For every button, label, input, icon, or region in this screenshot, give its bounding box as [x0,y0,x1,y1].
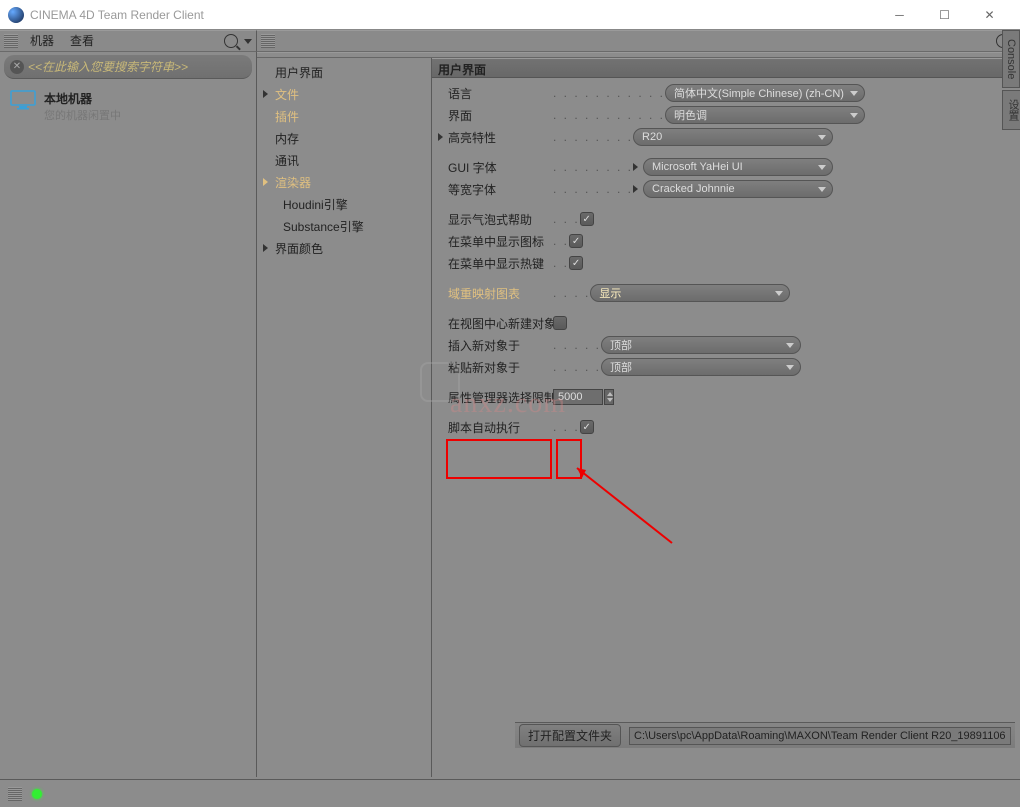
expand-icon[interactable] [633,182,643,196]
dropdown-iface[interactable]: 明色调 [665,106,865,124]
tree-node-ui[interactable]: 用户界面 [257,62,431,84]
checkbox-newcenter[interactable] [553,316,567,330]
open-config-button[interactable]: 打开配置文件夹 [519,724,621,747]
dropdown-pasteat[interactable]: 顶部 [601,358,801,376]
config-path[interactable]: C:\Users\pc\AppData\Roaming\MAXON\Team R… [629,727,1011,745]
dropdown-fieldmap[interactable]: 显示 [590,284,790,302]
chevron-down-icon[interactable] [244,39,252,44]
machine-status: 您的机器闲置中 [44,107,121,123]
search-field[interactable]: ✕ <<在此输入您要搜索字符串>> [4,55,252,79]
label-fieldmap: 域重映射图表 [448,285,553,302]
machine-item[interactable]: 本地机器 您的机器闲置中 [0,82,256,131]
tree-node-plugin[interactable]: 插件 [257,106,431,128]
settings-form: 用户界面 语言. . . . . . . . . . . 简体中文(Simple… [432,58,1020,777]
tree-node-file[interactable]: 文件 [257,84,431,106]
maximize-button[interactable]: ☐ [922,0,967,29]
dropdown-insertat[interactable]: 顶部 [601,336,801,354]
tree-node-uicolor[interactable]: 界面颜色 [257,238,431,260]
window-titlebar: CINEMA 4D Team Render Client ─ ☐ ✕ [0,0,1020,30]
expand-icon[interactable] [438,130,448,144]
checkbox-menuicon[interactable]: ✓ [569,234,583,248]
dropdown-highlight[interactable]: R20 [633,128,833,146]
label-attrlimit: 属性管理器选择限制 [448,389,553,406]
window-title: CINEMA 4D Team Render Client [30,8,877,22]
app-icon [8,7,24,23]
right-panel: 用户界面 文件 插件 内存 通讯 渲染器 Houdini引擎 Substance… [257,52,1020,777]
monitor-icon [10,90,36,113]
tree-node-substance[interactable]: Substance引擎 [271,216,431,238]
label-lang: 语言 [448,85,553,102]
status-bar [0,779,1020,807]
label-monofont: 等宽字体 [448,181,553,198]
minimize-button[interactable]: ─ [877,0,922,29]
sidetab-settings[interactable]: 设置 [1002,90,1020,130]
panel-header: 用户界面 [432,58,1020,78]
checkbox-bubble[interactable]: ✓ [580,212,594,226]
spinner-attrlimit[interactable]: 5000 [553,389,603,405]
sidetab-console[interactable]: Console [1002,30,1020,88]
grip-icon[interactable] [261,34,275,48]
category-tree: 用户界面 文件 插件 内存 通讯 渲染器 Houdini引擎 Substance… [257,58,432,777]
left-panel: ✕ <<在此输入您要搜索字符串>> 本地机器 您的机器闲置中 [0,52,257,777]
label-bubble: 显示气泡式帮助 [448,211,553,228]
highlight-box [446,439,552,479]
clear-icon[interactable]: ✕ [10,60,24,74]
tree-node-renderer[interactable]: 渲染器 [257,172,431,194]
label-highlight: 高亮特性 [448,129,553,146]
search-icon[interactable] [224,34,238,48]
label-menuicon: 在菜单中显示图标 [448,233,553,250]
status-indicator-icon [32,789,42,799]
close-button[interactable]: ✕ [967,0,1012,29]
annotation-arrow [562,458,682,558]
tree-node-comm[interactable]: 通讯 [257,150,431,172]
tree-node-memory[interactable]: 内存 [257,128,431,150]
side-tabs: Console 设置 [1002,30,1020,132]
label-menuhot: 在菜单中显示热键 [448,255,553,272]
label-insertat: 插入新对象于 [448,337,553,354]
tree-node-houdini[interactable]: Houdini引擎 [271,194,431,216]
grip-icon[interactable] [4,34,18,48]
left-menubar: 机器 查看 [0,30,257,52]
spinner-buttons[interactable] [604,389,614,405]
dropdown-monofont[interactable]: Cracked Johnnie [643,180,833,198]
label-iface: 界面 [448,107,553,124]
checkbox-scriptauto[interactable]: ✓ [580,420,594,434]
menu-machine[interactable]: 机器 [22,30,62,52]
label-newcenter: 在视图中心新建对象 [448,315,553,332]
expand-icon[interactable] [633,160,643,174]
menu-view[interactable]: 查看 [62,30,102,52]
search-placeholder: <<在此输入您要搜索字符串>> [28,58,246,75]
label-scriptauto: 脚本自动执行 [448,419,553,436]
dropdown-lang[interactable]: 简体中文(Simple Chinese) (zh-CN) [665,84,865,102]
footer-bar: 打开配置文件夹 C:\Users\pc\AppData\Roaming\MAXO… [515,722,1015,748]
highlight-box [556,439,582,479]
dropdown-guifont[interactable]: Microsoft YaHei UI [643,158,833,176]
label-guifont: GUI 字体 [448,159,553,176]
right-menubar [257,30,1020,52]
checkbox-menuhot[interactable]: ✓ [569,256,583,270]
label-pasteat: 粘贴新对象于 [448,359,553,376]
machine-name: 本地机器 [44,90,121,107]
grip-icon[interactable] [8,787,22,801]
